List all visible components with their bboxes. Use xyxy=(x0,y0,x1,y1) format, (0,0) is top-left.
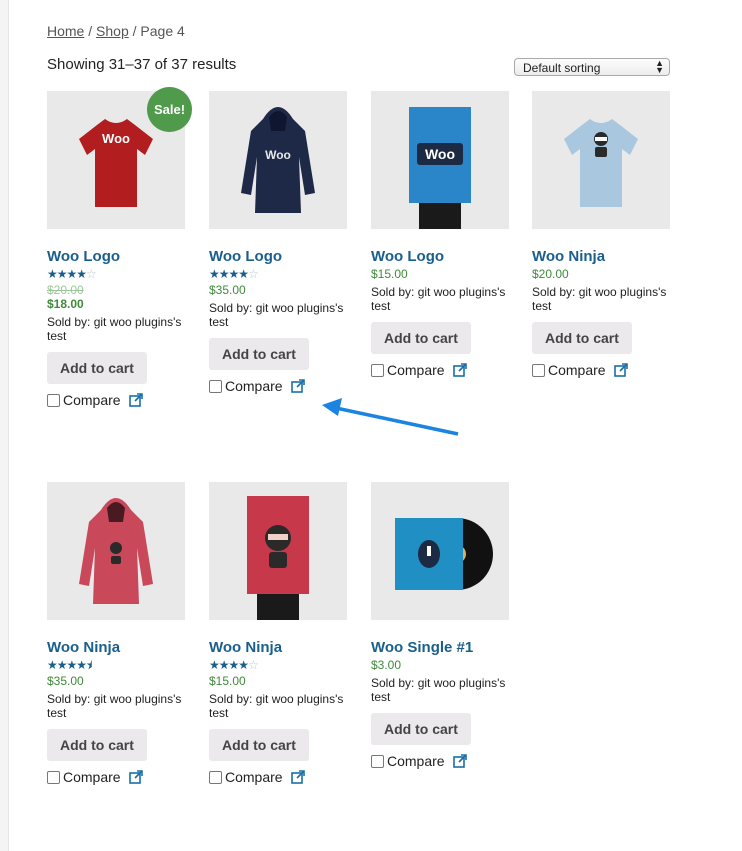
breadcrumb-home-link[interactable]: Home xyxy=(47,23,84,39)
product-card: Woo Ninja $20.00 Sold by: git woo plugin… xyxy=(532,91,672,378)
compare-control: Compare xyxy=(371,362,511,378)
seller-info: Sold by: git woo plugins's test xyxy=(47,315,182,343)
sale-badge: Sale! xyxy=(147,87,192,132)
seller-info: Sold by: git woo plugins's test xyxy=(209,692,344,720)
select-arrows-icon: ▲ ▼ xyxy=(655,58,664,75)
product-title[interactable]: Woo Logo xyxy=(47,248,187,265)
product-title[interactable]: Woo Logo xyxy=(209,248,349,265)
add-to-cart-button[interactable]: Add to cart xyxy=(371,713,471,745)
add-to-cart-button[interactable]: Add to cart xyxy=(47,729,147,761)
sale-price: $18.00 xyxy=(47,297,84,311)
navy-hoodie-image: Woo xyxy=(241,107,315,213)
product-title[interactable]: Woo Ninja xyxy=(209,639,349,656)
product-image[interactable] xyxy=(532,91,670,229)
add-to-cart-button[interactable]: Add to cart xyxy=(209,729,309,761)
external-link-icon[interactable] xyxy=(613,363,628,377)
product-price: $15.00 xyxy=(371,267,408,281)
svg-text:Woo: Woo xyxy=(425,146,455,162)
compare-label[interactable]: Compare xyxy=(63,392,121,408)
add-to-cart-button[interactable]: Add to cart xyxy=(47,352,147,384)
product-price: $20.00 $18.00 xyxy=(47,283,187,311)
old-price: $20.00 xyxy=(47,283,84,297)
product-card: Woo Sale! Woo Logo ★★★★☆ $20.00 $18.00 S… xyxy=(47,87,192,408)
product-title[interactable]: Woo Ninja xyxy=(47,639,187,656)
compare-checkbox[interactable] xyxy=(371,363,384,377)
vinyl-record-image xyxy=(395,518,493,590)
add-to-cart-button[interactable]: Add to cart xyxy=(532,322,632,354)
star-rating: ★★★★☆ xyxy=(209,658,259,672)
compare-checkbox[interactable] xyxy=(209,770,222,784)
external-link-icon[interactable] xyxy=(290,770,305,784)
seller-info: Sold by: git woo plugins's test xyxy=(532,285,667,313)
product-image[interactable] xyxy=(371,482,509,620)
compare-checkbox[interactable] xyxy=(209,379,222,393)
compare-label[interactable]: Compare xyxy=(225,378,283,394)
star-rating: ★★★★☆ xyxy=(47,267,97,281)
compare-control: Compare xyxy=(209,769,349,785)
compare-checkbox[interactable] xyxy=(47,393,60,407)
external-link-icon[interactable] xyxy=(452,754,467,768)
product-title[interactable]: Woo Logo xyxy=(371,248,511,265)
ninja-poster-image xyxy=(247,496,309,620)
product-card: Woo Single #1 $3.00 Sold by: git woo plu… xyxy=(371,482,511,769)
compare-control: Compare xyxy=(371,753,511,769)
sort-selected-value: Default sorting xyxy=(523,61,601,75)
product-price: $35.00 xyxy=(209,283,246,297)
product-image[interactable] xyxy=(209,482,347,620)
seller-info: Sold by: git woo plugins's test xyxy=(371,676,506,704)
svg-text:Woo: Woo xyxy=(265,148,291,162)
light-blue-tshirt-image xyxy=(564,119,638,207)
compare-control: Compare xyxy=(47,769,187,785)
external-link-icon[interactable] xyxy=(128,393,143,407)
product-price: $15.00 xyxy=(209,674,246,688)
blue-poster-image: Woo xyxy=(409,107,471,229)
breadcrumb-shop-link[interactable]: Shop xyxy=(96,23,129,39)
product-card: Woo Ninja ★★★★⯨ $35.00 Sold by: git woo … xyxy=(47,482,187,785)
product-image[interactable]: Woo xyxy=(209,91,347,229)
breadcrumb: Home / Shop / Page 4 xyxy=(47,23,185,39)
star-rating: ★★★★⯨ xyxy=(47,658,92,672)
product-card: Woo Woo Logo ★★★★☆ $35.00 Sold by: git w… xyxy=(209,91,349,394)
compare-checkbox[interactable] xyxy=(371,754,384,768)
external-link-icon[interactable] xyxy=(128,770,143,784)
compare-label[interactable]: Compare xyxy=(548,362,606,378)
compare-label[interactable]: Compare xyxy=(387,362,445,378)
seller-info: Sold by: git woo plugins's test xyxy=(47,692,182,720)
compare-control: Compare xyxy=(532,362,672,378)
product-title[interactable]: Woo Single #1 xyxy=(371,639,511,656)
product-image[interactable] xyxy=(47,482,185,620)
result-count: Showing 31–37 of 37 results xyxy=(47,56,237,73)
product-card: Woo Woo Logo $15.00 Sold by: git woo plu… xyxy=(371,91,511,378)
seller-info: Sold by: git woo plugins's test xyxy=(209,301,344,329)
product-title[interactable]: Woo Ninja xyxy=(532,248,672,265)
red-hoodie-image xyxy=(79,498,153,604)
product-price: $3.00 xyxy=(371,658,402,672)
star-rating: ★★★★☆ xyxy=(209,267,259,281)
add-to-cart-button[interactable]: Add to cart xyxy=(371,322,471,354)
compare-control: Compare xyxy=(47,392,187,408)
compare-label[interactable]: Compare xyxy=(63,769,121,785)
product-image[interactable]: Woo xyxy=(371,91,509,229)
external-link-icon[interactable] xyxy=(290,379,305,393)
add-to-cart-button[interactable]: Add to cart xyxy=(209,338,309,370)
product-card: Woo Ninja ★★★★☆ $15.00 Sold by: git woo … xyxy=(209,482,349,785)
product-price: $20.00 xyxy=(532,267,569,281)
breadcrumb-current: Page 4 xyxy=(140,23,185,39)
external-link-icon[interactable] xyxy=(452,363,467,377)
compare-label[interactable]: Compare xyxy=(387,753,445,769)
compare-checkbox[interactable] xyxy=(47,770,60,784)
product-price: $35.00 xyxy=(47,674,84,688)
seller-info: Sold by: git woo plugins's test xyxy=(371,285,506,313)
annotation-arrow-icon xyxy=(322,398,459,436)
left-page-edge xyxy=(0,0,9,851)
compare-label[interactable]: Compare xyxy=(225,769,283,785)
svg-text:Woo: Woo xyxy=(102,131,130,146)
sort-select[interactable]: Default sorting ▲ ▼ xyxy=(514,58,670,76)
compare-checkbox[interactable] xyxy=(532,363,545,377)
compare-control: Compare xyxy=(209,378,349,394)
